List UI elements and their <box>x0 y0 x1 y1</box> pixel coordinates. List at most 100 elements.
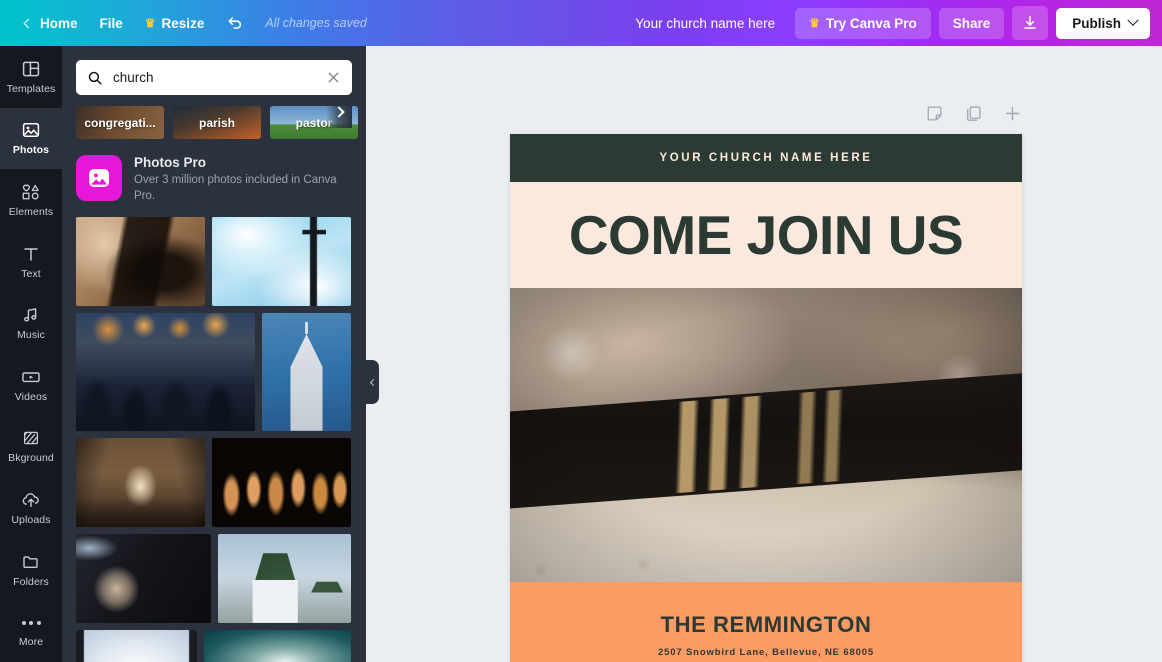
folders-icon <box>23 555 38 568</box>
share-label: Share <box>952 15 991 31</box>
chip-label: parish <box>198 115 235 130</box>
sidebar-item-label: Templates <box>6 82 56 95</box>
save-status: All changes saved <box>265 16 367 30</box>
photo-worship-crowd-hands[interactable] <box>76 312 255 431</box>
design-headline: COME JOIN US <box>568 203 964 266</box>
templates-icon <box>22 61 40 77</box>
file-label: File <box>99 15 123 31</box>
photo-praying-hands[interactable] <box>76 533 211 623</box>
chevron-left-icon <box>369 378 378 386</box>
sidebar-item-label: Text <box>21 267 41 280</box>
photos-pro-icon <box>76 155 122 201</box>
music-icon <box>23 308 37 322</box>
photos-pro-promo[interactable]: Photos Pro Over 3 million photos include… <box>62 139 366 217</box>
sidebar-item-templates[interactable]: Templates <box>0 46 62 108</box>
add-page-button[interactable] <box>1003 104 1022 128</box>
chip-label: congregati... <box>84 115 156 130</box>
sidebar-item-bkground[interactable]: Bkground <box>0 416 62 478</box>
photo-row: $ <box>76 312 352 431</box>
canva-editor: Home File ♛ Resize All changes saved You… <box>0 0 1162 662</box>
photo-results-grid: $ <box>62 216 366 662</box>
photo-vignette <box>510 288 1022 582</box>
photos-pro-title: Photos Pro <box>134 155 207 170</box>
sidebar-item-videos[interactable]: Videos <box>0 354 62 416</box>
page-tools <box>925 104 1022 128</box>
related-searches-next-button[interactable] <box>326 95 352 128</box>
design-footer-band[interactable]: THE REMMINGTON 2507 Snowbird Lane, Belle… <box>510 582 1022 662</box>
related-searches: congregati... parish pastor <box>62 95 366 139</box>
uploads-icon <box>22 493 39 508</box>
top-toolbar: Home File ♛ Resize All changes saved You… <box>0 0 1162 46</box>
sidebar-item-label: Bkground <box>8 452 54 465</box>
sidebar-item-music[interactable]: Music <box>0 292 62 354</box>
close-icon[interactable] <box>326 70 341 85</box>
photo-bible-on-lectern[interactable] <box>76 216 205 306</box>
photos-pro-subtitle: Over 3 million photos included in Canva … <box>134 174 337 202</box>
left-rail: Templates Photos Elements Text Music Vid… <box>0 46 62 662</box>
design-photo-holy-bible[interactable] <box>510 288 1022 582</box>
design-page[interactable]: YOUR CHURCH NAME HERE COME JOIN US THE R… <box>510 134 1022 662</box>
photo-row: $ <box>76 533 352 623</box>
crown-icon: ♛ <box>809 16 820 30</box>
design-headline-block[interactable]: COME JOIN US <box>510 182 1022 288</box>
photo-detail <box>76 533 211 623</box>
resize-label: Resize <box>161 15 205 31</box>
photo-cathedral-interior[interactable] <box>76 437 205 527</box>
photo-light-rays-teal[interactable] <box>204 629 351 662</box>
photo-white-church-steeple[interactable]: $ <box>262 312 351 431</box>
crown-icon: ♛ <box>144 16 156 30</box>
photos-pro-text: Photos Pro Over 3 million photos include… <box>134 155 352 205</box>
photo-detail <box>76 629 197 662</box>
sidebar-item-folders[interactable]: Folders <box>0 539 62 601</box>
add-page-icon <box>1005 106 1020 121</box>
home-button[interactable]: Home <box>14 9 89 38</box>
photo-raised-hands-concert[interactable] <box>212 437 351 527</box>
notes-icon <box>927 106 942 121</box>
sidebar-item-photos[interactable]: Photos <box>0 107 62 170</box>
download-button[interactable] <box>1012 6 1049 40</box>
photo-orthodox-church-dome[interactable]: $ <box>218 533 351 623</box>
photo-row <box>76 629 352 662</box>
design-footer-name: THE REMMINGTON <box>660 612 872 637</box>
photo-detail <box>76 312 255 431</box>
try-canva-pro-button[interactable]: ♛ Try Canva Pro <box>795 7 931 39</box>
photo-church-window-light[interactable] <box>76 629 197 662</box>
notes-button[interactable] <box>925 104 944 128</box>
sidebar-item-elements[interactable]: Elements <box>0 169 62 231</box>
top-toolbar-left: Home File ♛ Resize All changes saved <box>0 7 367 39</box>
search-input[interactable] <box>113 70 316 85</box>
share-button[interactable]: Share <box>938 7 1005 39</box>
top-toolbar-right: Your church name here ♛ Try Canva Pro Sh… <box>623 6 1162 40</box>
photos-panel: congregati... parish pastor <box>62 46 366 662</box>
sidebar-item-uploads[interactable]: Uploads <box>0 477 62 539</box>
elements-icon <box>22 184 39 200</box>
photos-icon <box>22 123 40 138</box>
search-box[interactable] <box>76 60 352 95</box>
photo-thumbnail <box>204 629 351 662</box>
duplicate-page-button[interactable] <box>964 104 983 128</box>
canvas-stage: YOUR CHURCH NAME HERE COME JOIN US THE R… <box>366 46 1162 662</box>
undo-icon <box>228 17 242 29</box>
sidebar-item-label: Uploads <box>11 513 51 526</box>
sidebar-item-label: Elements <box>8 205 54 218</box>
sidebar-item-text[interactable]: Text <box>0 231 62 293</box>
sidebar-item-more[interactable]: More <box>0 600 62 662</box>
sidebar-item-label: Videos <box>14 390 48 403</box>
undo-button[interactable] <box>215 7 255 39</box>
publish-button[interactable]: Publish <box>1056 7 1150 39</box>
related-search-chip[interactable]: congregati... <box>76 106 164 139</box>
chevron-right-icon <box>333 105 345 118</box>
sidebar-item-label: Music <box>17 329 45 342</box>
background-icon <box>23 432 39 445</box>
chevron-down-icon <box>1127 14 1139 26</box>
search-icon <box>88 71 102 85</box>
resize-button[interactable]: ♛ Resize <box>134 9 216 38</box>
photo-cross-against-sky[interactable] <box>212 216 351 306</box>
document-title-input[interactable]: Your church name here <box>623 9 787 38</box>
file-menu-button[interactable]: File <box>89 9 134 38</box>
sidebar-item-label: More <box>18 636 44 649</box>
collapse-panel-button[interactable] <box>366 360 379 404</box>
design-header-band[interactable]: YOUR CHURCH NAME HERE <box>510 134 1022 182</box>
related-search-chip[interactable]: parish <box>173 106 261 139</box>
design-footer-address: 2507 Snowbird Lane, Bellevue, NE 68005 <box>657 647 875 658</box>
